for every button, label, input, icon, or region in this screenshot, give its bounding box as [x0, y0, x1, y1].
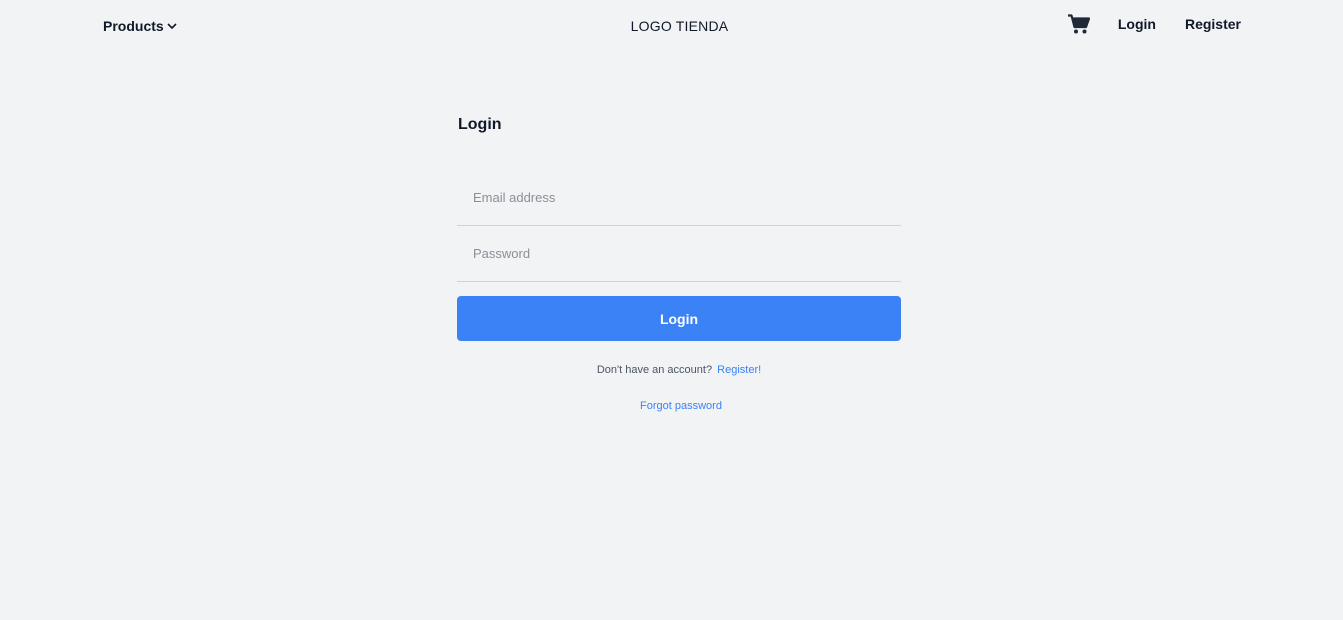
password-input[interactable]: [457, 226, 901, 281]
no-account-text: Don't have an account?: [596, 364, 713, 376]
email-field-wrapper: [457, 170, 901, 226]
login-button[interactable]: Login: [457, 296, 901, 341]
register-prompt: Don't have an account? Register!: [457, 364, 901, 376]
nav-register-link[interactable]: Register: [1185, 16, 1241, 32]
cart-icon[interactable]: [1067, 14, 1090, 34]
email-input[interactable]: [457, 170, 901, 225]
login-form: Login Login Don't have an account? Regis…: [457, 116, 901, 412]
navbar: Products LOGO TIENDA Login Register: [0, 0, 1343, 54]
login-title: Login: [458, 116, 502, 133]
nav-actions: Login Register: [1067, 14, 1241, 34]
register-link[interactable]: Register!: [717, 364, 761, 376]
password-field-wrapper: [457, 226, 901, 282]
nav-login-link[interactable]: Login: [1118, 16, 1156, 32]
forgot-password-link[interactable]: Forgot password: [457, 400, 901, 412]
